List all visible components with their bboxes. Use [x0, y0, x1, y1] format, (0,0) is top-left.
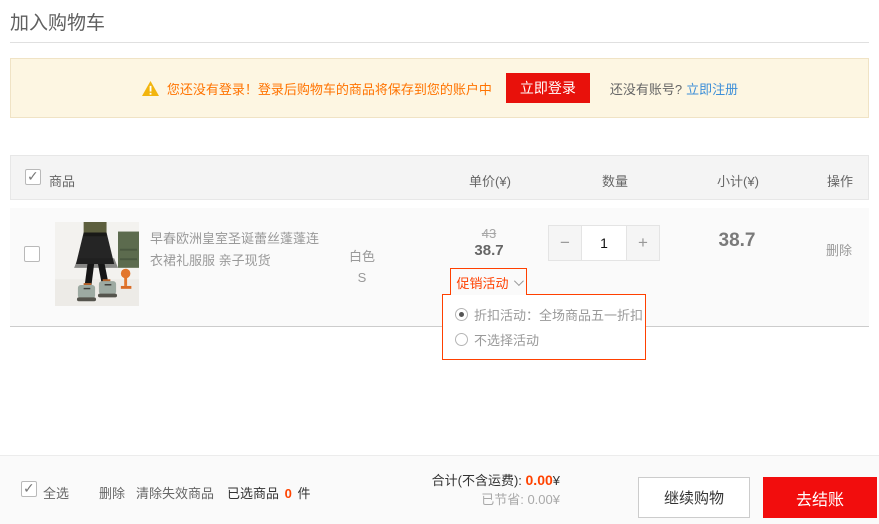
promotion-dropdown-toggle[interactable]: 促销活动	[450, 268, 527, 295]
promotion-dropdown-panel: 折扣活动：全场商品五一折扣 不选择活动	[442, 294, 646, 360]
column-header-action: 操作	[790, 171, 879, 190]
product-variant: 白色 S	[322, 246, 402, 288]
original-price: 43	[439, 226, 539, 241]
item-subtotal: 38.7	[687, 230, 787, 252]
saved-line: 已节省: 0.00¥	[415, 490, 560, 509]
select-all-footer-checkbox[interactable]	[21, 481, 37, 497]
item-checkbox[interactable]	[24, 246, 40, 262]
product-size: S	[322, 267, 402, 288]
column-header-quantity: 数量	[567, 171, 663, 190]
promotion-option-label: 折扣活动：全场商品五一折扣	[474, 305, 643, 324]
no-account-text: 还没有账号?	[610, 79, 682, 98]
footer-delete-link[interactable]: 删除	[99, 483, 125, 502]
promotion-option-discount[interactable]: 折扣活动：全场商品五一折扣	[455, 305, 643, 324]
quantity-stepper: − +	[548, 225, 660, 261]
promotion-label: 促销活动	[456, 273, 508, 292]
cart-item-row: 早春欧洲皇室圣诞蕾丝蓬蓬连衣裙礼服服 亲子现货 白色 S 43 38.7 − +…	[10, 208, 869, 327]
select-all-header-checkbox[interactable]	[25, 169, 41, 185]
delete-item-link[interactable]: 删除	[789, 240, 879, 259]
page-title: 加入购物车	[10, 8, 105, 35]
total-label: 合计(不含运费):	[432, 473, 522, 488]
saved-value: 0.00¥	[527, 492, 560, 507]
total-value: 0.00	[526, 472, 553, 488]
unit-price-cell: 43 38.7	[439, 226, 539, 259]
warning-triangle-icon	[141, 80, 160, 97]
total-line: 合计(不含运费): 0.00¥	[415, 471, 560, 490]
select-all-label[interactable]: 全选	[43, 483, 69, 502]
total-currency: ¥	[553, 473, 560, 488]
radio-unselected-icon[interactable]	[455, 333, 468, 346]
chevron-down-icon	[513, 276, 523, 286]
divider	[10, 42, 869, 43]
login-now-button[interactable]: 立即登录	[506, 73, 590, 103]
continue-shopping-button[interactable]: 继续购物	[638, 477, 750, 518]
product-title[interactable]: 早春欧洲皇室圣诞蕾丝蓬蓬连衣裙礼服服 亲子现货	[150, 228, 328, 272]
column-header-unit-price: 单价(¥)	[440, 171, 540, 190]
selected-count-text: 已选商品 0 件	[227, 483, 311, 502]
product-color: 白色	[322, 246, 402, 267]
clear-invalid-link[interactable]: 清除失效商品	[136, 483, 214, 502]
cart-footer-bar: 全选 删除 清除失效商品 已选商品 0 件 合计(不含运费): 0.00¥ 已节…	[0, 455, 879, 524]
promotion-option-label: 不选择活动	[474, 330, 539, 349]
totals-block: 合计(不含运费): 0.00¥ 已节省: 0.00¥	[415, 471, 560, 509]
column-header-subtotal: 小计(¥)	[688, 171, 788, 190]
selected-prefix: 已选商品	[227, 486, 279, 501]
quantity-increase-button[interactable]: +	[627, 226, 659, 260]
promotion-option-none[interactable]: 不选择活动	[455, 330, 539, 349]
selected-suffix: 件	[298, 486, 311, 501]
register-now-link[interactable]: 立即注册	[686, 79, 738, 98]
radio-selected-icon[interactable]	[455, 308, 468, 321]
cart-page: 加入购物车 您还没有登录！登录后购物车的商品将保存到您的账户中 立即登录 还没有…	[0, 0, 879, 524]
login-warning-text: 您还没有登录！登录后购物车的商品将保存到您的账户中	[167, 79, 492, 98]
current-price: 38.7	[439, 242, 539, 259]
login-banner: 您还没有登录！登录后购物车的商品将保存到您的账户中 立即登录 还没有账号? 立即…	[10, 58, 869, 118]
product-image[interactable]	[55, 222, 139, 306]
quantity-input[interactable]	[581, 226, 627, 260]
checkout-button[interactable]: 去结账	[763, 477, 877, 518]
column-header-product: 商品	[49, 171, 75, 190]
saved-label: 已节省:	[481, 492, 524, 507]
cart-table-header: 商品 单价(¥) 数量 小计(¥) 操作	[10, 155, 869, 200]
quantity-decrease-button[interactable]: −	[549, 226, 581, 260]
selected-count: 0	[283, 486, 294, 501]
